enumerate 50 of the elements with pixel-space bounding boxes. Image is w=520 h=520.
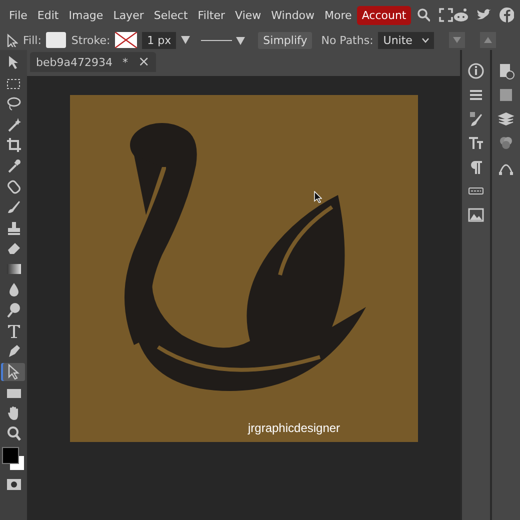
path-select-tool[interactable] xyxy=(2,362,24,381)
fill-label: Fill: xyxy=(23,34,42,46)
menu-item[interactable]: Layer xyxy=(108,6,149,24)
f-logo-icon[interactable] xyxy=(498,7,514,23)
path-mode-dropdown[interactable]: Unite xyxy=(378,32,434,48)
lasso-icon xyxy=(4,95,22,114)
menu-item[interactable]: Edit xyxy=(32,6,64,24)
document-tab[interactable]: beb9a472934 * × xyxy=(30,52,156,72)
move-up-button[interactable] xyxy=(480,32,496,48)
channels-panel-icon[interactable] xyxy=(497,134,515,152)
chevron-down-icon xyxy=(422,38,430,42)
type-panel-icon[interactable] xyxy=(467,134,485,152)
heal-icon xyxy=(4,178,22,196)
tab-title: beb9a472934 xyxy=(36,56,112,68)
line-style-dropdown[interactable] xyxy=(201,36,246,44)
stroke-width-field[interactable]: 1 px xyxy=(142,32,176,48)
move-down-button[interactable] xyxy=(449,32,466,48)
fullscreen-icon[interactable] xyxy=(439,8,453,22)
alien-icon[interactable] xyxy=(452,8,468,22)
brush-panel-icon[interactable] xyxy=(467,110,485,128)
menu-item[interactable]: Filter xyxy=(192,6,230,24)
info-panel-icon[interactable] xyxy=(467,62,485,80)
triangle-down-icon xyxy=(453,37,462,43)
menu-item[interactable]: Account xyxy=(356,6,412,24)
signature-text: jrgraphicdesigner xyxy=(248,421,340,435)
menu-item[interactable]: File xyxy=(4,6,32,24)
paths-label: No Paths: xyxy=(321,34,374,46)
close-tab-button[interactable]: × xyxy=(138,54,150,70)
cursor-icon xyxy=(314,191,322,203)
dropdown-arrow-icon[interactable] xyxy=(181,36,190,44)
stroke-label: Stroke: xyxy=(71,34,110,46)
history-panel-icon[interactable] xyxy=(497,62,515,80)
zoom-icon xyxy=(4,424,22,443)
triangle-up-icon xyxy=(484,37,492,43)
modified-mark: * xyxy=(122,56,128,68)
layers-panel-icon[interactable] xyxy=(497,110,515,128)
fill-swatch[interactable] xyxy=(46,32,66,48)
menu-item[interactable]: More xyxy=(320,6,357,24)
menu-item[interactable]: View xyxy=(230,6,266,24)
stroke-swatch[interactable] xyxy=(115,32,138,48)
dodge-icon xyxy=(4,301,22,320)
mask-icon[interactable] xyxy=(6,478,20,490)
search-icon[interactable] xyxy=(417,8,430,22)
bird-icon[interactable] xyxy=(476,8,491,22)
menu-item[interactable]: Image xyxy=(64,6,108,24)
image-panel-icon[interactable] xyxy=(467,206,485,224)
simplify-button[interactable]: Simplify xyxy=(258,32,312,48)
crop-icon xyxy=(4,136,22,154)
menu-item[interactable]: Select xyxy=(148,6,193,24)
menu-item[interactable]: Window xyxy=(266,6,320,24)
